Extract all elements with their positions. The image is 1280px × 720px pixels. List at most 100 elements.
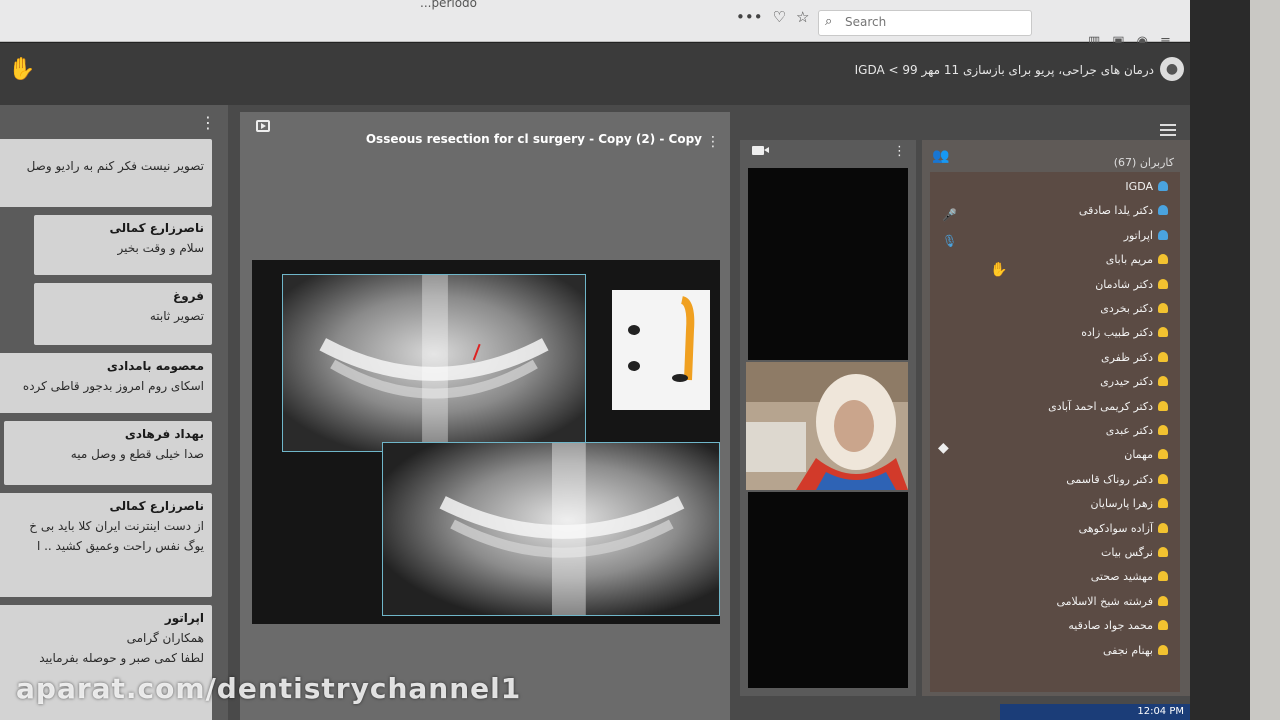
user-list-item[interactable]: محمد جواد صادقیه xyxy=(1068,619,1168,632)
user-name: محمد جواد صادقیه xyxy=(1068,619,1153,633)
user-name: دکتر بخردی xyxy=(1100,302,1153,315)
browser-actions: ••• ♡ ☆ xyxy=(736,8,809,26)
video-slot xyxy=(748,492,908,688)
user-name: دکتر یلدا صادقی xyxy=(1078,204,1153,218)
user-name: دکتر روناک قاسمی xyxy=(1066,472,1153,486)
panoramic-xray-image xyxy=(282,274,586,452)
user-name: IGDA xyxy=(1125,180,1153,193)
url-tail[interactable]: ...periodo xyxy=(420,0,477,10)
user-list-item[interactable]: اپراتور xyxy=(1124,229,1168,242)
raise-hand-icon[interactable]: ✋ xyxy=(8,57,35,82)
panoramic-xray-image xyxy=(382,442,720,616)
user-name: فرشته شیخ الاسلامی xyxy=(1056,594,1153,608)
user-list-item[interactable]: دکتر روناک قاسمی xyxy=(1066,473,1168,486)
user-list-item[interactable]: نرگس بیات xyxy=(1101,546,1168,559)
user-list-item[interactable]: IGDA xyxy=(1125,180,1168,193)
user-name: دکتر عبدی xyxy=(1105,424,1153,437)
pointer-cursor-icon: ◆ xyxy=(938,440,949,456)
users-icon: 👥 xyxy=(932,148,950,164)
user-icon xyxy=(1158,522,1168,533)
user-icon xyxy=(1158,620,1168,631)
chat-panel: ⋮ تصویر نیست فکر کنم به رادیو وصل ناصرزا… xyxy=(0,105,228,720)
camera-icon[interactable] xyxy=(752,146,769,155)
slide xyxy=(252,260,720,624)
bookmark-star-icon[interactable]: ☆ xyxy=(796,8,809,26)
users-panel: 👥 کاربران (67) IGDA دکتر یلدا صادقی اپراتو… xyxy=(922,140,1192,696)
user-list-item[interactable]: دکتر حیدری xyxy=(1100,375,1168,388)
user-name: آزاده سوادکوهی xyxy=(1078,521,1153,535)
user-list-item[interactable]: دکتر یلدا صادقی xyxy=(1079,204,1168,217)
user-icon xyxy=(1158,498,1168,509)
user-icon xyxy=(1158,205,1168,216)
chat-message: بهداد فرهادی صدا خیلی قطع و وصل میه xyxy=(4,421,212,485)
user-icon xyxy=(1158,644,1168,655)
browser-search[interactable]: ⌕ xyxy=(818,10,1032,36)
user-list-item[interactable]: دکتر کریمی احمد آبادی xyxy=(1048,400,1168,413)
user-name: زهرا پارسایان xyxy=(1090,497,1153,511)
mic-icon: 🎤 xyxy=(942,208,957,222)
user-list-item[interactable]: مریم بابای xyxy=(1106,253,1168,266)
presentation-title: Osseous resection for cl surgery - Copy … xyxy=(365,132,702,146)
menu-icon[interactable] xyxy=(1160,124,1176,136)
video-slot xyxy=(748,168,908,360)
user-list-item[interactable]: دکتر عبدی xyxy=(1106,424,1168,437)
user-list-item[interactable]: بهنام نجفی xyxy=(1103,644,1168,657)
browser-toolbar: ...periodo ••• ♡ ☆ ⌕ xyxy=(0,0,1190,42)
user-list-item[interactable]: زهرا پارسایان xyxy=(1090,497,1168,510)
user-icon xyxy=(1158,254,1168,265)
user-avatar-icon[interactable]: ● xyxy=(1160,57,1184,81)
user-icon xyxy=(1158,400,1168,411)
chat-message: فروغ تصویر ثابته xyxy=(34,283,212,345)
taskbar: 12:04 PM xyxy=(1000,704,1190,720)
chat-options-icon[interactable]: ⋮ xyxy=(200,113,216,132)
webcam-panel: ⋮ xyxy=(740,140,916,696)
user-name: دکتر شادمان xyxy=(1095,277,1153,291)
user-list-item[interactable]: آزاده سوادکوهی xyxy=(1079,522,1168,535)
user-list-item[interactable]: دکتر بخردی xyxy=(1100,302,1168,315)
user-name: مریم بابای xyxy=(1105,253,1153,267)
user-icon xyxy=(1158,449,1168,460)
chat-message: ناصرزارع کمالی سلام و وقت بخیر xyxy=(34,215,212,275)
user-list-item[interactable]: مهشید صحتی xyxy=(1091,570,1168,583)
video-options-icon[interactable]: ⋮ xyxy=(893,144,906,159)
presentation-icon[interactable] xyxy=(256,120,270,132)
search-icon: ⌕ xyxy=(825,14,833,29)
user-icon xyxy=(1158,327,1168,338)
search-input[interactable] xyxy=(845,15,1025,29)
user-list-item[interactable]: دکتر ظفری xyxy=(1101,351,1168,364)
mic-active-icon: 🎙 xyxy=(942,234,958,248)
breadcrumb: IGDA < درمان های جراحی، پریو برای بازساز… xyxy=(854,63,1154,77)
user-icon xyxy=(1158,547,1168,557)
pocket-icon[interactable]: ♡ xyxy=(773,8,786,26)
watermark: aparat.com/dentistrychannel1 xyxy=(16,672,522,705)
user-icon xyxy=(1158,303,1168,313)
monitor-bezel xyxy=(1190,0,1280,720)
chat-message: معصومه بامدادی اسکای روم امروز بدجور قاط… xyxy=(0,353,212,413)
user-list-item[interactable]: مهمان xyxy=(1124,448,1168,461)
user-list-item[interactable]: دکتر شادمان xyxy=(1095,278,1168,291)
user-name: اپراتور xyxy=(1123,228,1153,242)
more-icon[interactable]: ••• xyxy=(736,8,763,26)
chat-message: ناصرزارع کمالی از دست اینترنت ایران کلا … xyxy=(0,493,212,597)
presentation-options-icon[interactable]: ⋮ xyxy=(706,134,720,150)
user-list-item[interactable]: فرشته شیخ الاسلامی xyxy=(1056,595,1168,608)
chat-message: تصویر نیست فکر کنم به رادیو وصل xyxy=(0,139,212,207)
hand-cursor-icon: ✋ xyxy=(990,262,1008,278)
user-icon xyxy=(1158,181,1168,191)
user-icon xyxy=(1158,473,1168,484)
user-name: مهمان xyxy=(1124,448,1153,462)
user-list-item[interactable]: دکتر طبیب زاده xyxy=(1081,326,1168,339)
user-icon xyxy=(1158,571,1168,582)
users-list: IGDA دکتر یلدا صادقی اپراتور مریم بابای دکتر… xyxy=(930,172,1180,692)
clock: 12:04 PM xyxy=(1137,706,1184,717)
presentation-panel: Osseous resection for cl surgery - Copy … xyxy=(240,112,730,720)
tooth-diagram-image xyxy=(612,290,710,410)
webcam-feed xyxy=(746,362,908,490)
user-name: بهنام نجفی xyxy=(1102,643,1153,657)
user-icon xyxy=(1158,425,1168,435)
user-icon xyxy=(1158,376,1168,387)
user-name: دکتر حیدری xyxy=(1100,375,1153,389)
users-title: کاربران (67) xyxy=(1113,156,1174,169)
user-name: دکتر کریمی احمد آبادی xyxy=(1048,399,1153,413)
user-icon xyxy=(1158,229,1168,240)
